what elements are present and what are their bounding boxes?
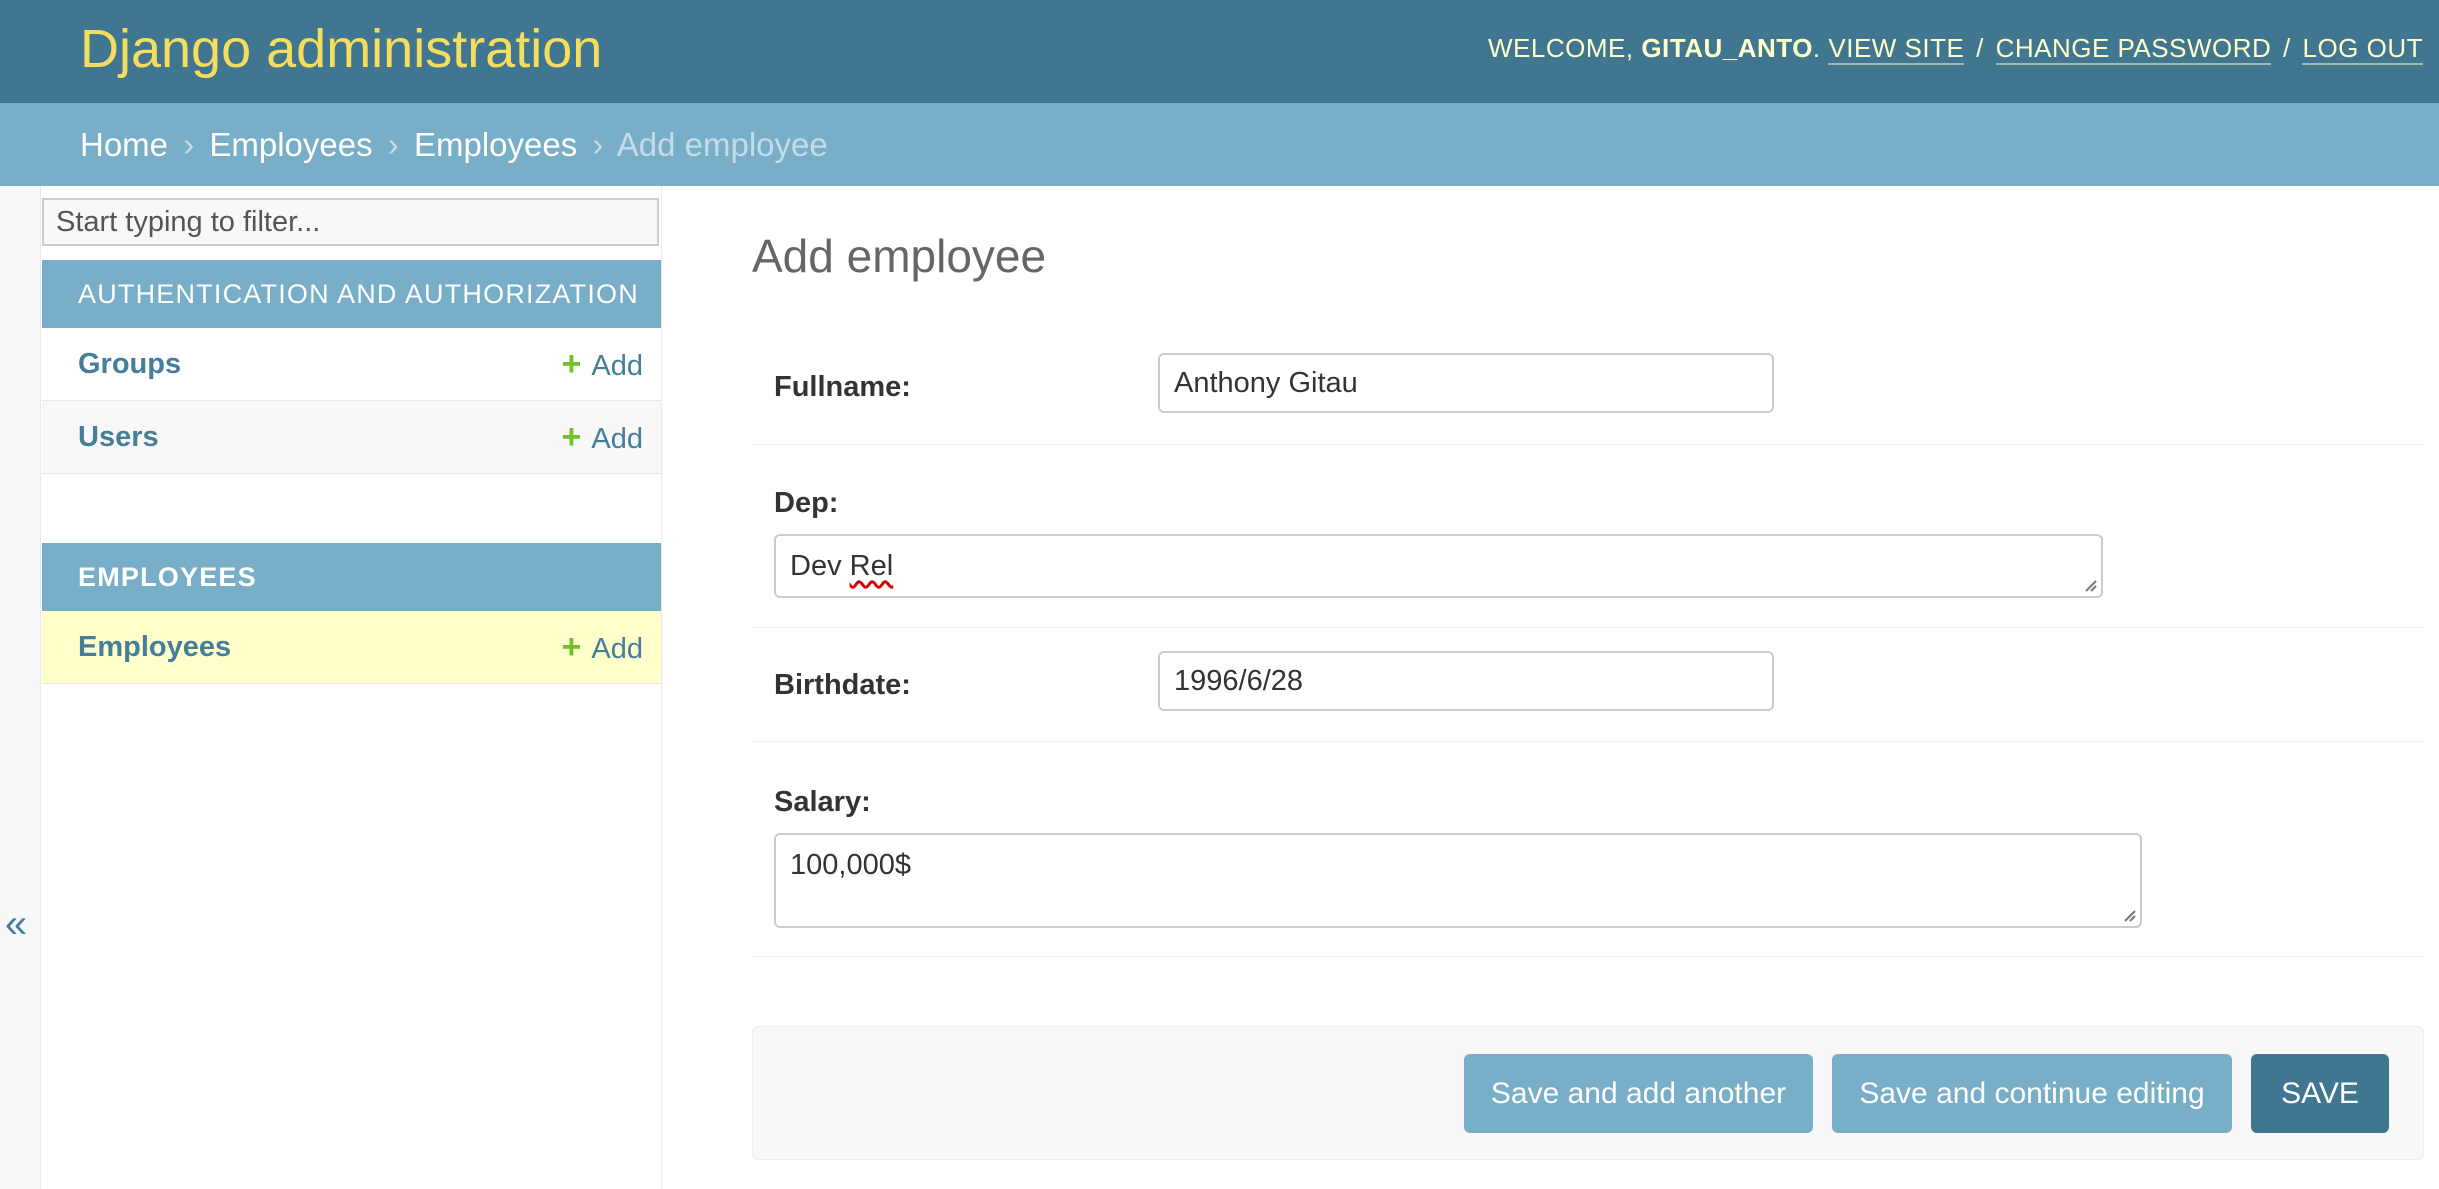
site-title[interactable]: Django administration xyxy=(80,14,602,84)
change-password-link[interactable]: CHANGE PASSWORD xyxy=(1995,33,2272,65)
log-out-link[interactable]: LOG OUT xyxy=(2302,33,2423,65)
page-title: Add employee xyxy=(752,230,1047,282)
dep-textarea[interactable]: Dev Rel xyxy=(774,534,2103,598)
salary-value: 100,000$ xyxy=(790,849,911,881)
resize-grip-icon[interactable] xyxy=(2081,576,2097,592)
save-button[interactable]: SAVE xyxy=(2251,1054,2389,1133)
add-groups-link[interactable]: + Add xyxy=(562,328,643,402)
breadcrumb-separator: › xyxy=(183,126,195,163)
dep-value-word: Dev xyxy=(790,550,842,582)
dep-label: Dep: xyxy=(774,487,839,519)
form-row-fullname: Fullname: xyxy=(752,338,2424,445)
breadcrumb: Home › Employees › Employees › Add emplo… xyxy=(0,103,2439,186)
resize-grip-icon[interactable] xyxy=(2120,906,2136,922)
user-tools: WELCOME, GITAU_ANTO. VIEW SITE / CHANGE … xyxy=(1488,33,2423,65)
nav-filter-input[interactable] xyxy=(42,198,659,246)
separator: / xyxy=(2283,33,2291,63)
breadcrumb-home[interactable]: Home xyxy=(80,126,168,163)
breadcrumb-model[interactable]: Employees xyxy=(414,126,577,163)
add-users-link[interactable]: + Add xyxy=(562,401,643,475)
plus-icon: + xyxy=(561,418,582,456)
form-row-dep: Dep: Dev Rel xyxy=(752,445,2424,628)
save-and-continue-button[interactable]: Save and continue editing xyxy=(1832,1054,2232,1133)
view-site-link[interactable]: VIEW SITE xyxy=(1828,33,1965,65)
model-link-users[interactable]: Users xyxy=(78,401,159,473)
separator: / xyxy=(1976,33,1984,63)
module-caption-employees[interactable]: EMPLOYEES xyxy=(42,543,661,611)
module-caption-auth[interactable]: AUTHENTICATION AND AUTHORIZATION xyxy=(42,260,661,328)
save-and-add-another-button[interactable]: Save and add another xyxy=(1464,1054,1813,1133)
sidebar-item-users: Users + Add xyxy=(42,401,661,474)
add-employees-link[interactable]: + Add xyxy=(562,611,643,685)
sidebar-toggle-strip: « xyxy=(0,186,41,1189)
salary-textarea[interactable]: 100,000$ xyxy=(774,833,2142,928)
submit-row: Save and add another Save and continue e… xyxy=(752,1026,2424,1160)
form-row-birthdate: Birthdate: xyxy=(752,628,2424,742)
salary-label: Salary: xyxy=(774,786,871,818)
nav-sidebar: AUTHENTICATION AND AUTHORIZATION Groups … xyxy=(41,186,662,1189)
add-label: Add xyxy=(591,423,643,455)
add-label: Add xyxy=(591,633,643,665)
sidebar-item-employees: Employees + Add xyxy=(42,611,661,684)
welcome-text: WELCOME, xyxy=(1488,33,1634,63)
header-bar: Django administration WELCOME, GITAU_ANT… xyxy=(0,0,2439,103)
breadcrumb-separator: › xyxy=(592,126,604,163)
fullname-input[interactable] xyxy=(1158,353,1774,413)
model-link-groups[interactable]: Groups xyxy=(78,328,181,400)
dep-value-word-misspelled: Rel xyxy=(849,550,894,582)
breadcrumb-current: Add employee xyxy=(616,126,828,163)
fullname-label: Fullname: xyxy=(774,371,911,403)
form-row-salary: Salary: 100,000$ xyxy=(752,742,2424,957)
add-label: Add xyxy=(591,350,643,382)
collapse-sidebar-icon[interactable]: « xyxy=(0,902,32,947)
breadcrumb-separator: › xyxy=(387,126,399,163)
breadcrumb-app[interactable]: Employees xyxy=(209,126,372,163)
birthdate-label: Birthdate: xyxy=(774,669,911,701)
sidebar-item-groups: Groups + Add xyxy=(42,328,661,401)
model-link-employees[interactable]: Employees xyxy=(78,611,231,683)
birthdate-input[interactable] xyxy=(1158,651,1774,711)
plus-icon: + xyxy=(561,345,582,383)
username: GITAU_ANTO xyxy=(1641,33,1813,63)
plus-icon: + xyxy=(561,628,582,666)
